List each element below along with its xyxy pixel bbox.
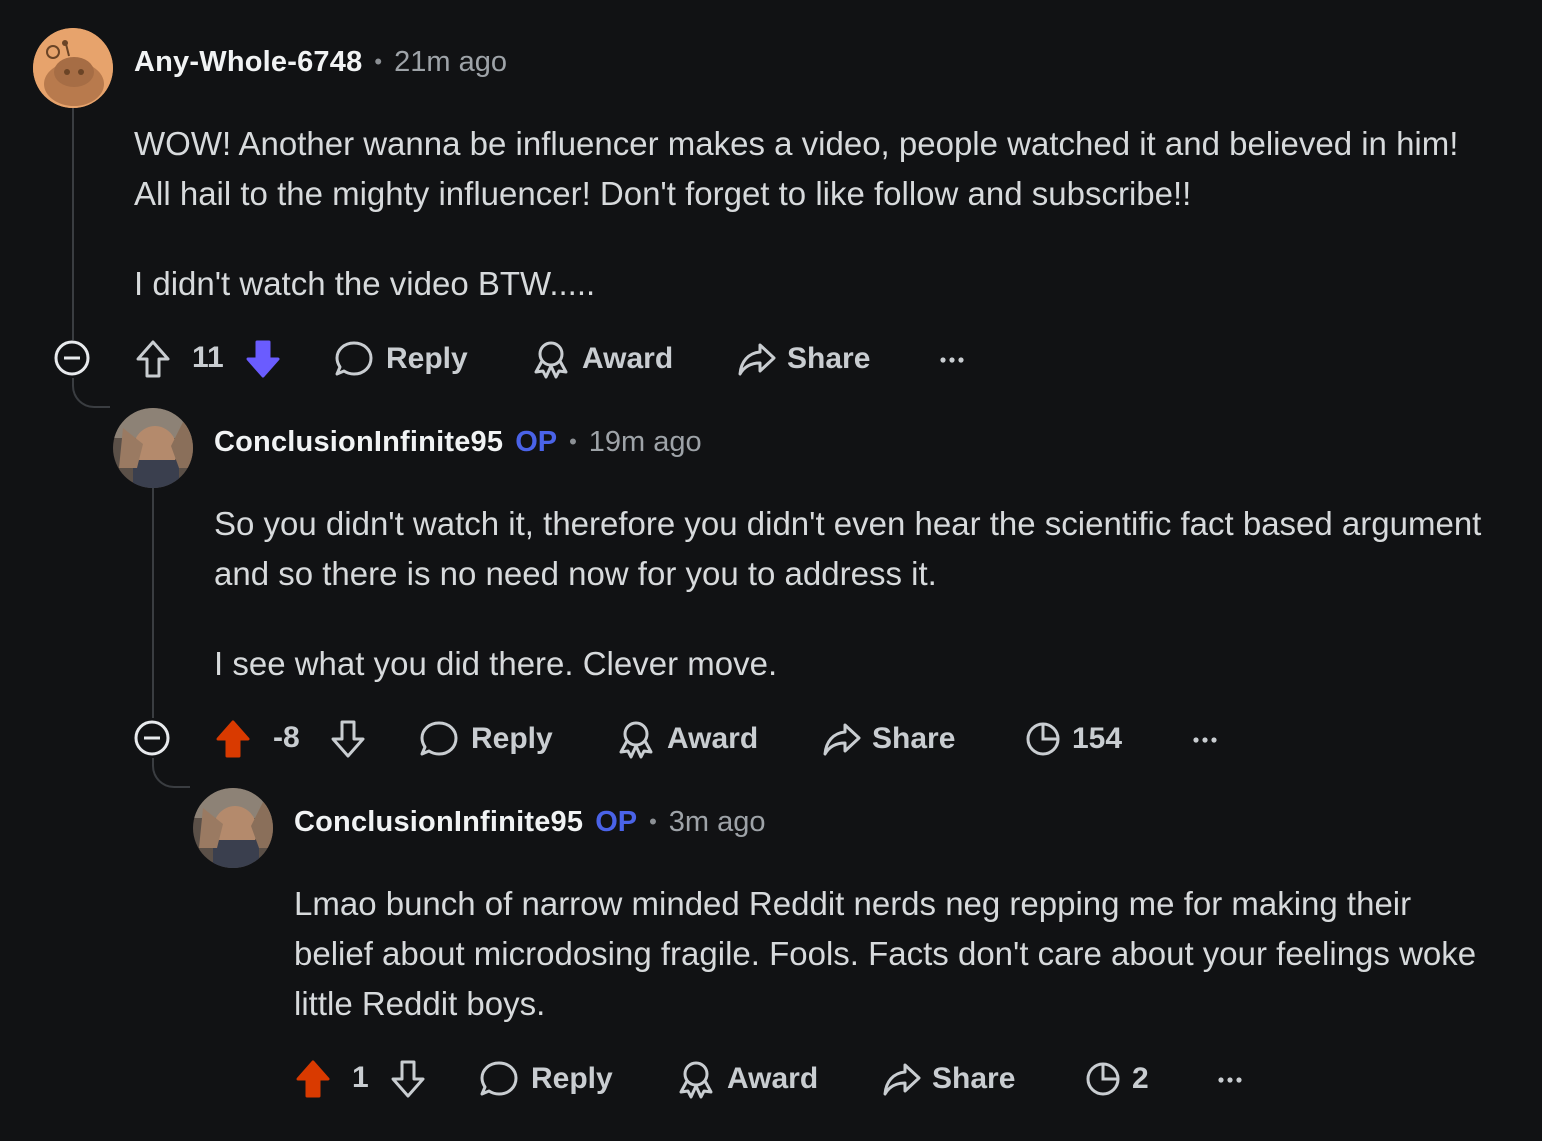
- username[interactable]: ConclusionInfinite95: [294, 806, 583, 839]
- more-options-button[interactable]: [1190, 717, 1220, 761]
- vote-score: 1: [352, 1061, 369, 1094]
- comment-body: So you didn't watch it, therefore you di…: [214, 499, 1494, 689]
- vote-score: -8: [273, 721, 300, 754]
- downvote-icon: [246, 340, 280, 378]
- downvote-icon: [391, 1060, 425, 1098]
- reply-label: Reply: [471, 722, 553, 755]
- views-count: 154: [1072, 722, 1123, 755]
- thread-line: [72, 108, 74, 340]
- ellipsis-icon: [1193, 737, 1217, 743]
- downvote-button[interactable]: [389, 1057, 427, 1101]
- separator-dot: •: [569, 429, 577, 454]
- thread-elbow: [152, 758, 190, 788]
- share-label: Share: [872, 722, 956, 755]
- share-label: Share: [787, 342, 871, 375]
- downvote-button[interactable]: [329, 717, 367, 761]
- downvote-icon: [331, 720, 365, 758]
- award-icon: [534, 341, 568, 379]
- comment-bubble-icon: [480, 1061, 518, 1096]
- more-options-button[interactable]: [937, 337, 967, 381]
- comment-paragraph: I see what you did there. Clever move.: [214, 645, 778, 682]
- share-label: Share: [932, 1062, 1016, 1095]
- comment-meta: ConclusionInfinite95 OP • 19m ago: [214, 422, 702, 462]
- timestamp[interactable]: 19m ago: [589, 426, 702, 459]
- timestamp[interactable]: 21m ago: [394, 46, 507, 79]
- views-count: 2: [1132, 1062, 1149, 1095]
- timestamp[interactable]: 3m ago: [669, 806, 766, 839]
- downvote-button[interactable]: [244, 337, 282, 381]
- upvote-button[interactable]: [294, 1057, 332, 1101]
- comment-paragraph: WOW! Another wanna be influencer makes a…: [134, 125, 1459, 212]
- avatar[interactable]: [33, 28, 113, 108]
- collapse-thread-icon[interactable]: [54, 340, 90, 376]
- ellipsis-icon: [940, 357, 964, 363]
- award-label: Award: [727, 1062, 819, 1095]
- award-button[interactable]: Award: [617, 717, 758, 761]
- share-icon: [883, 1063, 921, 1096]
- upvote-button[interactable]: [134, 337, 172, 381]
- share-icon: [738, 343, 776, 376]
- share-icon: [823, 723, 861, 756]
- reply-label: Reply: [386, 342, 468, 375]
- award-label: Award: [667, 722, 759, 755]
- views-insight[interactable]: 2: [1084, 1057, 1149, 1101]
- username[interactable]: ConclusionInfinite95: [214, 426, 503, 459]
- comment-meta: Any-Whole-6748 • 21m ago: [134, 42, 507, 82]
- pie-chart-icon: [1086, 1062, 1120, 1096]
- reply-button[interactable]: Reply: [419, 717, 553, 761]
- upvote-icon: [296, 1060, 330, 1098]
- separator-dot: •: [649, 809, 657, 834]
- username[interactable]: Any-Whole-6748: [134, 46, 362, 79]
- award-icon: [679, 1061, 713, 1099]
- op-badge: OP: [595, 805, 638, 838]
- collapse-thread-icon[interactable]: [134, 720, 170, 756]
- comment-bubble-icon: [420, 721, 458, 756]
- upvote-icon: [136, 340, 170, 378]
- reply-button[interactable]: Reply: [334, 337, 468, 381]
- pie-chart-icon: [1026, 722, 1060, 756]
- award-button[interactable]: Award: [677, 1057, 818, 1101]
- op-badge: OP: [515, 425, 558, 458]
- comment-paragraph: So you didn't watch it, therefore you di…: [214, 505, 1482, 592]
- award-icon: [619, 721, 653, 759]
- comment-paragraph: Lmao bunch of narrow minded Reddit nerds…: [294, 885, 1477, 1022]
- ellipsis-icon: [1218, 1077, 1242, 1083]
- thread-line: [152, 488, 154, 718]
- vote-score: 11: [192, 341, 224, 374]
- views-insight[interactable]: 154: [1024, 717, 1122, 761]
- comment-bubble-icon: [335, 341, 373, 376]
- reply-button[interactable]: Reply: [479, 1057, 613, 1101]
- comment-paragraph: I didn't watch the video BTW.....: [134, 265, 596, 302]
- avatar[interactable]: [113, 408, 193, 488]
- comment-body: Lmao bunch of narrow minded Reddit nerds…: [294, 879, 1494, 1029]
- share-button[interactable]: Share: [882, 1057, 1015, 1101]
- comment-body: WOW! Another wanna be influencer makes a…: [134, 119, 1494, 309]
- upvote-button[interactable]: [214, 717, 252, 761]
- more-options-button[interactable]: [1215, 1057, 1245, 1101]
- award-button[interactable]: Award: [532, 337, 673, 381]
- separator-dot: •: [374, 49, 383, 74]
- thread-elbow: [72, 378, 110, 408]
- reply-label: Reply: [531, 1062, 613, 1095]
- comment-meta: ConclusionInfinite95 OP • 3m ago: [294, 802, 766, 842]
- share-button[interactable]: Share: [737, 337, 870, 381]
- upvote-icon: [216, 720, 250, 758]
- share-button[interactable]: Share: [822, 717, 955, 761]
- avatar[interactable]: [193, 788, 273, 868]
- award-label: Award: [582, 342, 674, 375]
